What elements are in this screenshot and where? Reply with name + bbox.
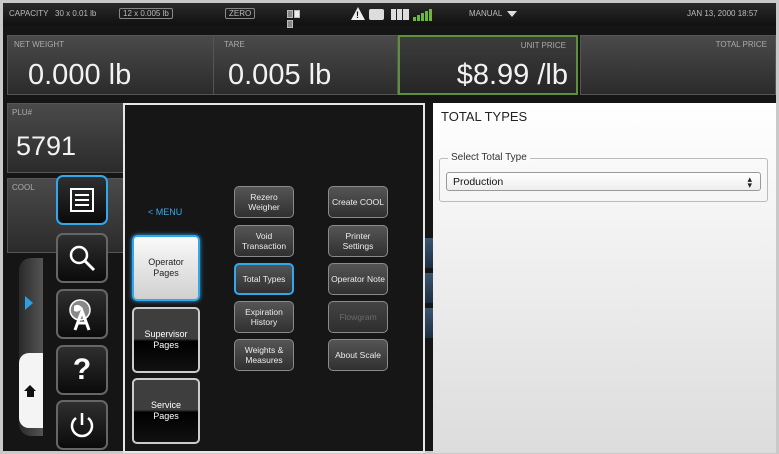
category-operator-pages[interactable]: Operator Pages xyxy=(132,235,200,301)
tare-label: TARE xyxy=(224,40,245,49)
printer-settings-button[interactable]: Printer Settings xyxy=(328,225,388,257)
search-button[interactable] xyxy=(56,233,108,283)
void-transaction-button[interactable]: Void Transaction xyxy=(234,225,294,257)
total-type-fieldset: Select Total Type Production ▴ ▾ xyxy=(439,152,768,202)
capacity-label: CAPACITY xyxy=(9,9,49,18)
menu-panel: < MENU Operator Pages Supervisor Pages S… xyxy=(123,103,425,453)
button-label: Rezero Weigher xyxy=(248,192,280,212)
printer-icon[interactable] xyxy=(369,9,384,20)
button-label: Total Types xyxy=(242,274,286,284)
home-icon[interactable] xyxy=(24,385,37,398)
button-label: About Scale xyxy=(335,350,381,360)
help-button[interactable]: ? xyxy=(56,345,108,395)
category-label: Supervisor Pages xyxy=(144,329,188,350)
status-bar: CAPACITY 30 x 0.01 lb 12 x 0.005 lb ZERO… xyxy=(3,3,776,28)
total-type-legend: Select Total Type xyxy=(448,152,530,163)
scale-screen: CAPACITY 30 x 0.01 lb 12 x 0.005 lb ZERO… xyxy=(0,0,779,454)
expiration-history-button[interactable]: Expiration History xyxy=(234,301,294,333)
tare-panel[interactable]: TARE 0.005 lb xyxy=(213,35,398,95)
tare-value: 0.005 lb xyxy=(228,59,332,91)
category-label: Service Pages xyxy=(150,400,181,421)
help-icon: ? xyxy=(72,353,92,386)
net-weight-label: NET WEIGHT xyxy=(14,40,65,49)
power-icon xyxy=(70,413,94,438)
cool-label: COOL xyxy=(12,183,35,192)
button-label: Printer Settings xyxy=(342,231,374,251)
date-time: JAN 13, 2000 18:57 xyxy=(687,9,758,18)
toggle-icon xyxy=(287,10,307,28)
button-label: Void Transaction xyxy=(241,231,287,251)
rezero-weigher-button[interactable]: Rezero Weigher xyxy=(234,186,294,218)
mode-label: MANUAL xyxy=(469,9,503,18)
total-types-panel: TOTAL TYPES Select Total Type Production… xyxy=(433,103,776,453)
grid-icon[interactable] xyxy=(391,9,409,20)
total-price-label: TOTAL PRICE xyxy=(715,40,767,49)
zero-indicator: ZERO xyxy=(225,8,256,19)
menu-back-link[interactable]: < MENU xyxy=(148,207,182,217)
unit-price-value: $8.99 /lb xyxy=(456,59,568,91)
warning-icon[interactable] xyxy=(351,7,365,20)
total-types-button[interactable]: Total Types xyxy=(234,263,294,295)
list-icon xyxy=(70,188,94,212)
page-title: TOTAL TYPES xyxy=(441,109,528,124)
button-label: Weights & Measures xyxy=(244,345,284,365)
power-button[interactable] xyxy=(56,400,108,450)
search-icon xyxy=(69,245,96,272)
total-price-panel: TOTAL PRICE xyxy=(580,35,776,95)
button-label: Flowgram xyxy=(339,312,377,322)
unit-price-label: UNIT PRICE xyxy=(520,41,566,50)
total-type-select[interactable]: Production ▴ ▾ xyxy=(446,172,761,191)
capacity-value: 30 x 0.01 lb xyxy=(55,9,97,18)
category-service-pages[interactable]: Service Pages xyxy=(132,378,200,444)
home-dock[interactable] xyxy=(19,353,43,428)
select-arrows-icon: ▴ ▾ xyxy=(747,174,752,190)
net-weight-panel: NET WEIGHT 0.000 lb xyxy=(7,35,217,95)
menu-list-button[interactable] xyxy=(56,175,108,225)
weights-measures-button[interactable]: Weights & Measures xyxy=(234,339,294,371)
operator-note-button[interactable]: Operator Note xyxy=(328,263,388,295)
plu-value: 5791 xyxy=(16,131,77,161)
net-weight-value: 0.000 lb xyxy=(28,59,132,91)
flowgram-button: Flowgram xyxy=(328,301,388,333)
button-label: Create COOL xyxy=(332,197,384,207)
about-scale-button[interactable]: About Scale xyxy=(328,339,388,371)
mode-selector[interactable]: MANUAL xyxy=(469,9,518,18)
plu-label: PLU# xyxy=(12,108,33,117)
unit-price-panel[interactable]: UNIT PRICE $8.99 /lb xyxy=(398,35,578,95)
category-label: Operator Pages xyxy=(148,257,184,278)
button-label: Expiration History xyxy=(245,307,283,327)
category-supervisor-pages[interactable]: Supervisor Pages xyxy=(132,307,200,373)
chevron-down-icon xyxy=(507,10,518,17)
total-type-selected: Production xyxy=(453,176,504,188)
capacity-value-2: 12 x 0.005 lb xyxy=(119,8,173,19)
signal-icon xyxy=(413,8,432,21)
create-cool-button[interactable]: Create COOL xyxy=(328,186,388,218)
language-button[interactable] xyxy=(56,289,108,339)
button-label: Operator Note xyxy=(331,274,385,284)
dock-arrow-icon[interactable] xyxy=(25,296,33,310)
language-icon xyxy=(69,299,91,331)
